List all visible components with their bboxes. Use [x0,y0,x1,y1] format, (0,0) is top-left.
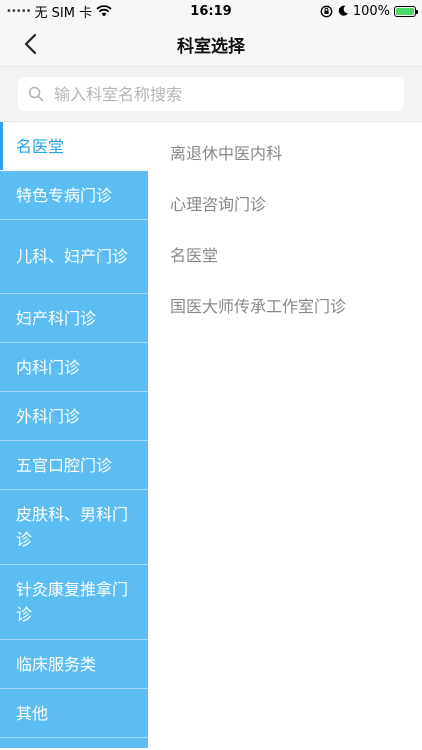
category-label: 五官口腔门诊 [16,455,113,475]
department-item[interactable]: 名医堂 [148,228,422,279]
category-list: 名医堂 特色专病门诊 儿科、妇产门诊 妇产科门诊 内科门诊 外科门诊 五官口腔门… [0,122,148,748]
category-item-mingyitang[interactable]: 名医堂 [0,122,148,171]
nav-bar: 科室选择 [0,22,422,67]
department-item[interactable]: 离退休中医内科 [148,126,422,177]
battery-charging-icon [394,5,418,17]
moon-icon [338,5,348,16]
department-list: 离退休中医内科 心理咨询门诊 名医堂 国医大师传承工作室门诊 [148,122,422,748]
department-label: 国医大师传承工作室门诊 [170,296,347,316]
category-label: 名医堂 [16,136,65,156]
category-label: 妇产科门诊 [16,308,97,328]
carrier-label: 无 SIM 卡 [34,5,93,21]
search-icon [28,86,44,102]
category-label: 外科门诊 [16,406,81,426]
category-item-qita[interactable]: 其他 [0,689,148,738]
category-label: 其他 [16,703,49,723]
search-input[interactable] [52,83,394,105]
main-content: 名医堂 特色专病门诊 儿科、妇产门诊 妇产科门诊 内科门诊 外科门诊 五官口腔门… [0,122,422,748]
category-label: 临床服务类 [16,654,97,674]
back-button[interactable] [10,22,50,66]
category-item-tese[interactable]: 特色专病门诊 [0,171,148,220]
chevron-left-icon [24,33,37,55]
category-label: 针灸康复推拿门诊 [16,580,129,624]
battery-percent: 100% [352,3,390,19]
status-left: ••••• 无 SIM 卡 [6,2,112,21]
status-right: 100% [320,3,418,19]
category-item-linchuang[interactable]: 临床服务类 [0,640,148,689]
signal-dots-icon: ••••• [6,5,31,17]
search-box[interactable] [18,77,404,111]
category-label: 内科门诊 [16,357,81,377]
search-bar [0,67,422,122]
department-label: 名医堂 [170,245,219,265]
category-item-pifu-nanke[interactable]: 皮肤科、男科门诊 [0,490,148,565]
category-item-zhenjiu[interactable]: 针灸康复推拿门诊 [0,565,148,640]
category-label: 儿科、妇产门诊 [16,247,129,266]
department-item[interactable]: 国医大师传承工作室门诊 [148,279,422,330]
category-item-fuchanke[interactable]: 妇产科门诊 [0,294,148,343]
department-label: 心理咨询门诊 [170,194,267,214]
page-title: 科室选择 [177,36,245,57]
category-label: 特色专病门诊 [16,185,113,205]
category-item-waike[interactable]: 外科门诊 [0,392,148,441]
category-item-neike[interactable]: 内科门诊 [0,343,148,392]
category-item-erke-fuchan[interactable]: 儿科、妇产门诊 [0,220,148,294]
category-item-wuguan[interactable]: 五官口腔门诊 [0,441,148,490]
category-label: 皮肤科、男科门诊 [16,505,129,549]
department-label: 离退休中医内科 [170,143,283,163]
department-item[interactable]: 心理咨询门诊 [148,177,422,228]
wifi-icon [96,5,112,17]
rotation-lock-icon [320,5,333,17]
status-bar: ••••• 无 SIM 卡 16:19 100% [0,0,422,22]
